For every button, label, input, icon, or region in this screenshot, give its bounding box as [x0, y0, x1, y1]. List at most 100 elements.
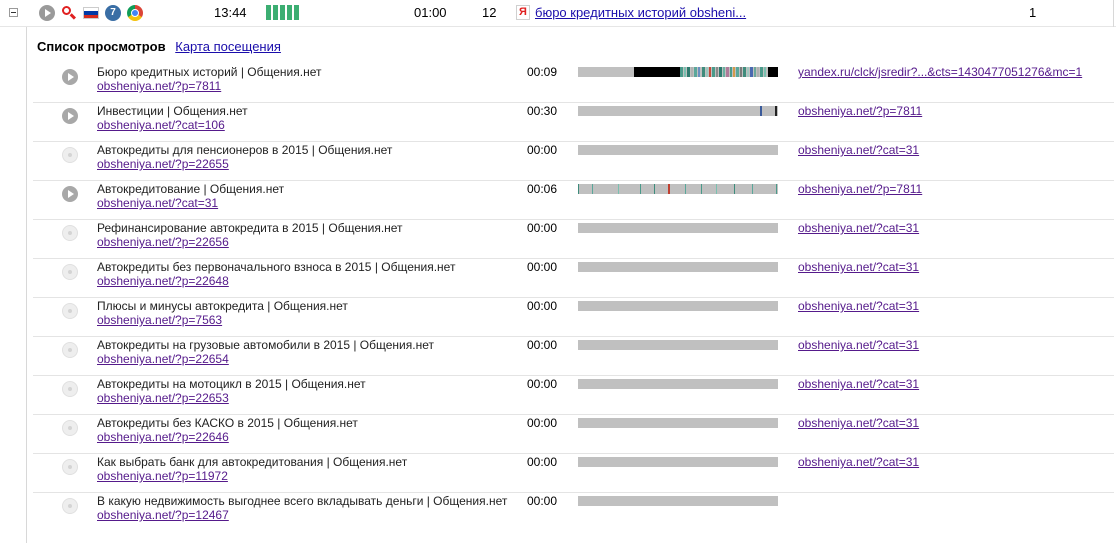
page-url-link[interactable]: obsheniya.net/?p=12467: [97, 508, 229, 522]
referrer-link[interactable]: obsheniya.net/?cat=31: [798, 143, 919, 157]
time-on-page: 00:00: [527, 260, 558, 274]
tab-visit-map[interactable]: Карта посещения: [175, 39, 281, 54]
timeline-segment: [684, 67, 686, 77]
page-title: В какую недвижимость выгоднее всего вкла…: [97, 494, 508, 508]
timeline-segment: [618, 184, 619, 194]
timeline-segment: [654, 184, 655, 194]
referrer-link[interactable]: yandex.ru/clck/jsredir?...&cts=143047705…: [798, 65, 1082, 79]
visit-time: 13:44: [214, 5, 247, 20]
search-query-link[interactable]: бюро кредитных историй obsheni...: [535, 5, 746, 20]
page-title: Автокредиты без КАСКО в 2015 | Общения.н…: [97, 416, 358, 430]
timeline-segment: [694, 67, 697, 77]
pageview-row: Автокредиты для пенсионеров в 2015 | Общ…: [33, 142, 1114, 181]
collapse-toggle-icon[interactable]: [9, 8, 18, 17]
timeline-segment: [578, 184, 579, 194]
timeline-segment: [716, 184, 717, 194]
timeline-segment: [698, 67, 700, 77]
timeline-segment: [747, 67, 749, 77]
pageview-row: Плюсы и минусы автокредита | Общения.нет…: [33, 298, 1114, 337]
play-icon[interactable]: [39, 5, 55, 21]
time-on-page: 00:09: [527, 65, 558, 79]
activity-bar: [280, 5, 285, 20]
pageview-row: Автокредитование | Общения.нет obsheniya.…: [33, 181, 1114, 220]
tab-pageviews: Список просмотров: [37, 39, 166, 54]
activity-timeline-bar: [578, 418, 778, 428]
play-disabled-icon: [62, 264, 78, 280]
play-icon[interactable]: [62, 186, 78, 202]
referrer-link[interactable]: obsheniya.net/?cat=31: [798, 221, 919, 235]
page-title: Бюро кредитных историй | Общения.нет: [97, 65, 322, 79]
timeline-segment: [764, 67, 766, 77]
chrome-icon: [127, 5, 143, 21]
play-disabled-icon: [62, 381, 78, 397]
referrer-link[interactable]: obsheniya.net/?cat=31: [798, 260, 919, 274]
time-on-page: 00:00: [527, 338, 558, 352]
timeline-segment: [757, 67, 759, 77]
timeline-segment: [691, 67, 693, 77]
pageview-row: Автокредиты без КАСКО в 2015 | Общения.н…: [33, 415, 1114, 454]
pageview-list: Бюро кредитных историй | Общения.нет obsh…: [33, 64, 1114, 531]
timeline-segment: [743, 67, 746, 77]
page-title: Рефинансирование автокредита в 2015 | Об…: [97, 221, 403, 235]
page-title: Как выбрать банк для автокредитования | …: [97, 455, 408, 469]
pageview-row: Автокредиты на грузовые автомобили в 201…: [33, 337, 1114, 376]
referrer-link[interactable]: obsheniya.net/?cat=31: [798, 416, 919, 430]
timeline-segment: [685, 184, 686, 194]
play-icon[interactable]: [62, 69, 78, 85]
page-title: Автокредиты для пенсионеров в 2015 | Общ…: [97, 143, 393, 157]
timeline-segment: [734, 184, 735, 194]
timeline-segment: [680, 67, 683, 77]
flag-ru-icon: [83, 5, 99, 21]
time-on-page: 00:30: [527, 104, 558, 118]
play-icon[interactable]: [62, 108, 78, 124]
visit-details-panel: Список просмотров Карта посещения Бюро к…: [26, 27, 1114, 543]
timeline-segment: [768, 67, 778, 77]
timeline-segment: [716, 67, 718, 77]
referrer-link[interactable]: obsheniya.net/?p=7811: [798, 182, 922, 196]
page-url-link[interactable]: obsheniya.net/?p=11972: [97, 469, 228, 483]
activity-timeline-bar: [578, 301, 778, 311]
page-url-link[interactable]: obsheniya.net/?p=22646: [97, 430, 229, 444]
referrer-link[interactable]: obsheniya.net/?cat=31: [798, 455, 919, 469]
time-on-page: 00:00: [527, 221, 558, 235]
page-url-link[interactable]: obsheniya.net/?p=22653: [97, 391, 229, 405]
play-disabled-icon: [62, 459, 78, 475]
page-url-link[interactable]: obsheniya.net/?p=22655: [97, 157, 229, 171]
page-url-link[interactable]: obsheniya.net/?p=22654: [97, 352, 229, 366]
pageview-row: Инвестиции | Общения.нет obsheniya.net/?c…: [33, 103, 1114, 142]
referrer-link[interactable]: obsheniya.net/?p=7811: [798, 104, 922, 118]
time-on-page: 00:06: [527, 182, 558, 196]
referrer-link[interactable]: obsheniya.net/?cat=31: [798, 377, 919, 391]
time-on-page: 00:00: [527, 299, 558, 313]
activity-timeline-bar: [578, 106, 778, 116]
referrer-link[interactable]: obsheniya.net/?cat=31: [798, 338, 919, 352]
timeline-segment: [709, 67, 711, 77]
visit-summary-row[interactable]: 7 13:44 01:00 12 Я бюро кредитных истори…: [0, 0, 1116, 27]
page-url-link[interactable]: obsheniya.net/?p=22648: [97, 274, 229, 288]
activity-bar: [287, 5, 292, 20]
page-count: 12: [482, 5, 497, 20]
timeline-segment: [733, 67, 735, 77]
play-disabled-icon: [62, 147, 78, 163]
pageview-row: Бюро кредитных историй | Общения.нет obsh…: [33, 64, 1114, 103]
timeline-segment: [752, 184, 753, 194]
timeline-segment: [634, 67, 680, 77]
activity-timeline-bar: [578, 67, 778, 77]
referrer-link[interactable]: obsheniya.net/?cat=31: [798, 299, 919, 313]
time-on-page: 00:00: [527, 377, 558, 391]
page-title: Автокредиты без первоначального взноса в…: [97, 260, 456, 274]
play-disabled-icon: [62, 420, 78, 436]
page-url-link[interactable]: obsheniya.net/?cat=106: [97, 118, 225, 132]
timeline-segment: [719, 67, 722, 77]
page-title: Автокредиты на мотоцикл в 2015 | Общения…: [97, 377, 366, 391]
timeline-segment: [701, 184, 702, 194]
page-url-link[interactable]: obsheniya.net/?p=7811: [97, 79, 221, 93]
page-url-link[interactable]: obsheniya.net/?cat=31: [97, 196, 218, 210]
page-title: Инвестиции | Общения.нет: [97, 104, 248, 118]
page-title: Автокредитование | Общения.нет: [97, 182, 285, 196]
page-url-link[interactable]: obsheniya.net/?p=22656: [97, 235, 229, 249]
timeline-segment: [726, 67, 729, 77]
time-on-page: 00:00: [527, 455, 558, 469]
page-url-link[interactable]: obsheniya.net/?p=7563: [97, 313, 222, 327]
pageview-row: В какую недвижимость выгоднее всего вкла…: [33, 493, 1114, 531]
